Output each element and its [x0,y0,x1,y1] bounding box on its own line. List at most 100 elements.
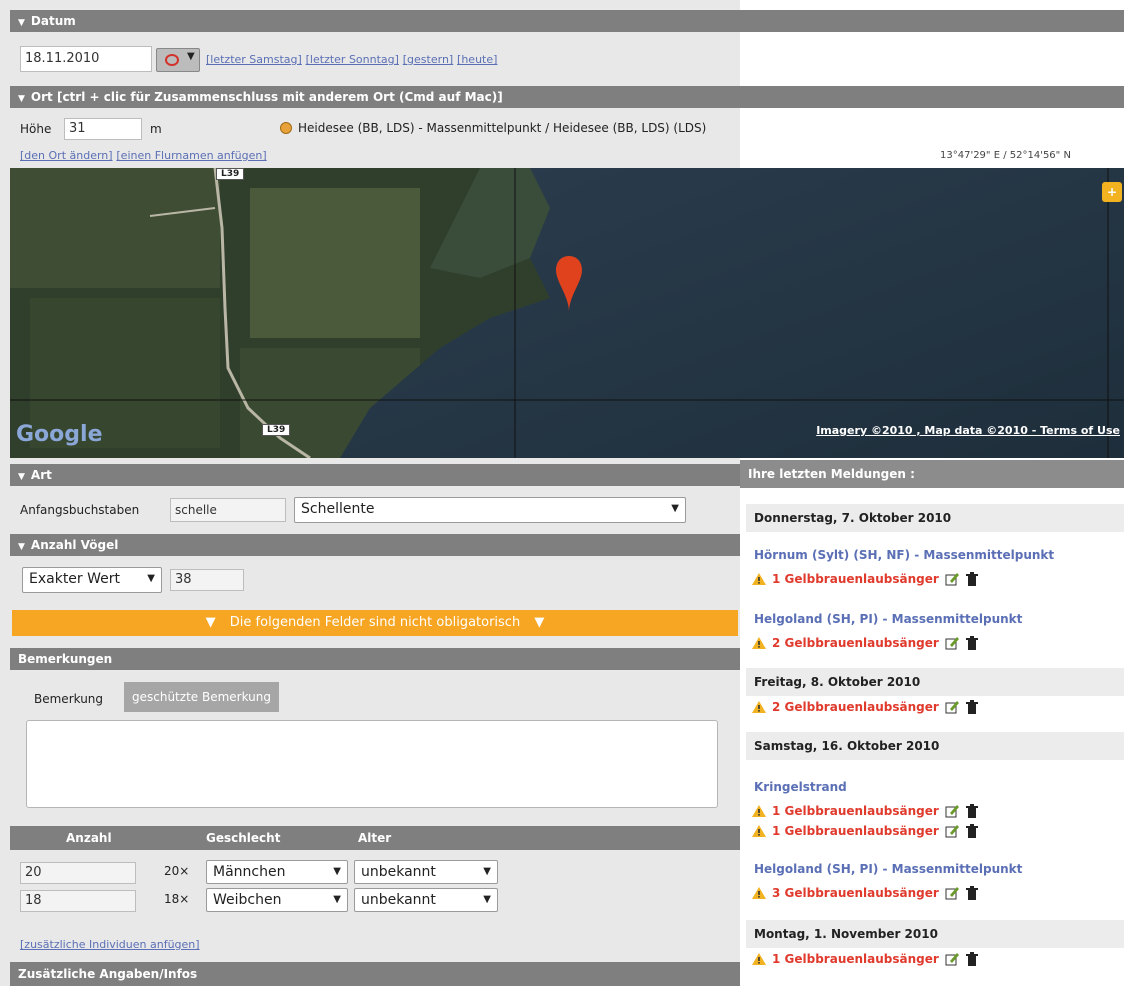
recent-location[interactable]: Helgoland (SH, PI) - Massenmittelpunkt [754,612,1022,626]
recent-report-text: 2 Gelbbrauenlaubsänger [772,700,939,714]
link-add-fieldname[interactable]: [einen Flurnamen anfügen] [116,149,266,162]
chevron-down-icon: ▼ [534,615,545,630]
recent-location[interactable]: Kringelstrand [754,780,847,794]
hoehe-unit: m [150,122,162,136]
age-selected: unbekannt [361,892,436,908]
edit-icon[interactable] [945,824,959,838]
recent-report[interactable]: 1 Gelbbrauenlaubsänger [752,804,979,818]
calendar-button[interactable]: ▼ [156,48,200,72]
trash-icon[interactable] [965,824,979,838]
ort-header[interactable]: ▼ Ort [ctrl + clic für Zusammenschluss mi… [10,86,1124,108]
calendar-icon [165,54,179,66]
datum-header[interactable]: ▼ Datum [10,10,1124,32]
recent-report[interactable]: 1 Gelbbrauenlaubsänger [752,572,979,586]
recent-location[interactable]: Hörnum (Sylt) (SH, NF) - Massenmittelpun… [754,548,1054,562]
age-select[interactable]: unbekannt ▼ [354,860,498,884]
art-header[interactable]: ▼ Art [10,464,740,486]
recent-report[interactable]: 3 Gelbbrauenlaubsänger [752,886,979,900]
place-name: Heidesee (BB, LDS) - Massenmittelpunkt /… [298,121,707,135]
coordinates: 13°47'29" E / 52°14'56" N [940,150,1071,161]
sex-select[interactable]: Weibchen ▼ [206,888,348,912]
warning-icon [752,825,766,837]
detail-count-input[interactable]: 18 [20,890,136,912]
warning-icon [752,805,766,817]
anzahl-mode-select[interactable]: Exakter Wert ▼ [22,567,162,593]
hoehe-label: Höhe [20,122,52,136]
location-dot-icon [280,122,292,134]
edit-icon[interactable] [945,700,959,714]
detail-multiplier: 20× [164,864,190,878]
map-image [10,168,1124,458]
warning-icon [752,887,766,899]
zusatz-header[interactable]: Zusätzliche Angaben/Infos [10,962,740,986]
recent-location[interactable]: Helgoland (SH, PI) - Massenmittelpunkt [754,862,1022,876]
ort-links: [den Ort ändern] [einen Flurnamen anfüge… [20,148,267,162]
tab-protected-remark[interactable]: geschützte Bemerkung [124,682,279,712]
recent-report-text: 1 Gelbbrauenlaubsänger [772,824,939,838]
recent-day: Freitag, 8. Oktober 2010 [746,668,1124,696]
warning-icon [752,573,766,585]
warning-icon [752,953,766,965]
link-change-location[interactable]: [den Ort ändern] [20,149,113,162]
chevron-down-icon: ▼ [187,51,195,62]
hoehe-input[interactable]: 31 [64,118,142,140]
chevron-down-icon: ▼ [333,866,341,877]
map-marker-icon[interactable] [556,256,582,312]
date-shortcuts: [letzter Samstag] [letzter Sonntag] [ges… [206,52,497,66]
anzahl-header[interactable]: ▼ Anzahl Vögel [10,534,740,556]
trash-icon[interactable] [965,572,979,586]
link-add-individuals[interactable]: [zusätzliche Individuen anfügen] [20,938,200,951]
edit-icon[interactable] [945,886,959,900]
link-last-saturday[interactable]: [letzter Samstag] [206,53,302,66]
age-selected: unbekannt [361,864,436,880]
recent-report-text: 1 Gelbbrauenlaubsänger [772,572,939,586]
map-attribution[interactable]: Imagery ©2010 , Map data ©2010 - Terms o… [816,424,1120,437]
species-select[interactable]: Schellente ▼ [294,497,686,523]
col-alter: Alter [358,831,392,845]
edit-icon[interactable] [945,572,959,586]
sex-selected: Weibchen [213,892,282,908]
link-today[interactable]: [heute] [457,53,497,66]
optional-fields-toggle[interactable]: ▼ Die folgenden Felder sind nicht obliga… [12,610,738,636]
recent-reports-header: Ihre letzten Meldungen : [740,460,1124,488]
anzahl-value-input[interactable]: 38 [170,569,244,591]
edit-icon[interactable] [945,952,959,966]
tab-bemerkung[interactable]: Bemerkung [26,684,112,714]
zoom-in-button[interactable]: + [1102,182,1122,202]
recent-day: Samstag, 16. Oktober 2010 [746,732,1124,760]
trash-icon[interactable] [965,952,979,966]
recent-report[interactable]: 1 Gelbbrauenlaubsänger [752,952,979,966]
link-last-sunday[interactable]: [letzter Sonntag] [306,53,399,66]
sex-select[interactable]: Männchen ▼ [206,860,348,884]
link-yesterday[interactable]: [gestern] [403,53,453,66]
edit-icon[interactable] [945,636,959,650]
chevron-down-icon: ▼ [147,573,155,584]
col-anzahl: Anzahl [66,831,112,845]
edit-icon[interactable] [945,804,959,818]
recent-report-text: 1 Gelbbrauenlaubsänger [772,804,939,818]
add-individuals-link: [zusätzliche Individuen anfügen] [20,937,200,951]
trash-icon[interactable] [965,636,979,650]
age-select[interactable]: unbekannt ▼ [354,888,498,912]
road-label-top: L39 [216,168,245,180]
chevron-down-icon: ▼ [205,615,216,630]
detail-count-input[interactable]: 20 [20,862,136,884]
remark-textarea[interactable] [26,720,718,808]
recent-report[interactable]: 2 Gelbbrauenlaubsänger [752,636,979,650]
recent-reports-area [740,456,1124,986]
recent-day: Donnerstag, 7. Oktober 2010 [746,504,1124,532]
trash-icon[interactable] [965,804,979,818]
recent-report[interactable]: 2 Gelbbrauenlaubsänger [752,700,979,714]
optional-fields-label: Die folgenden Felder sind nicht obligato… [229,615,521,630]
art-prefix-input[interactable]: schelle [170,498,286,522]
chevron-down-icon: ▼ [483,866,491,877]
col-geschlecht: Geschlecht [206,831,281,845]
trash-icon[interactable] [965,700,979,714]
details-header: Anzahl Geschlecht Alter [10,826,740,850]
satellite-map[interactable]: L39 L39 Google Imagery ©2010 , Map data … [10,168,1124,458]
trash-icon[interactable] [965,886,979,900]
date-input[interactable]: 18.11.2010 [20,46,152,72]
bemerkungen-header[interactable]: Bemerkungen [10,648,740,670]
recent-day: Montag, 1. November 2010 [746,920,1124,948]
recent-report[interactable]: 1 Gelbbrauenlaubsänger [752,824,979,838]
